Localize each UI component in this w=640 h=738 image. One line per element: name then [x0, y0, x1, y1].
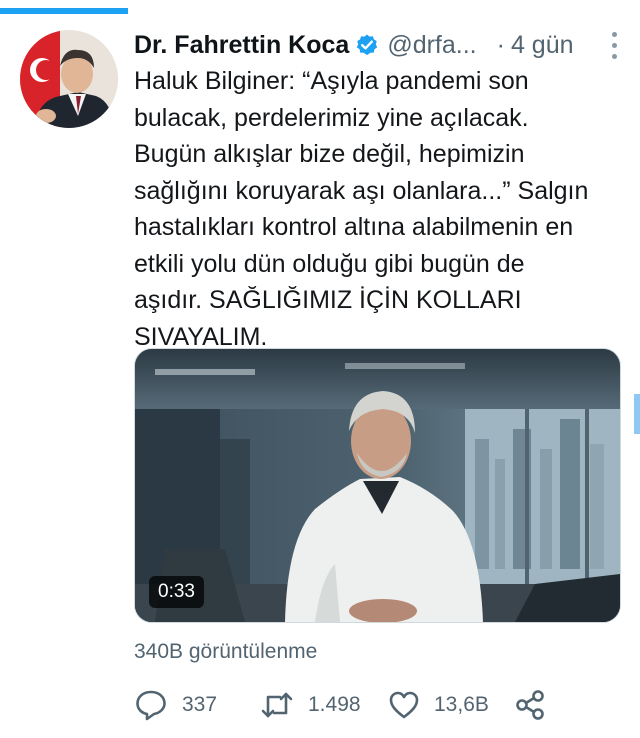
video-thumbnail: [135, 349, 620, 622]
retweet-count: 1.498: [308, 693, 361, 716]
share-icon: [516, 690, 544, 720]
scroll-marker: [634, 394, 640, 434]
avatar[interactable]: [20, 30, 118, 128]
retweet-button[interactable]: 1.498: [260, 688, 361, 722]
video-duration: 0:33: [149, 576, 204, 608]
tweet-text: Haluk Bilginer: “Aşıyla pandemi son bula…: [134, 67, 589, 351]
retweet-icon: [261, 692, 293, 718]
reply-button[interactable]: 337: [134, 688, 217, 722]
avatar-image: [20, 30, 118, 128]
author-handle[interactable]: @drfa...: [387, 31, 476, 60]
top-progress-indicator: [0, 8, 128, 14]
heart-icon: [389, 691, 419, 719]
like-count: 13,6B: [434, 693, 489, 716]
like-button[interactable]: 13,6B: [388, 688, 489, 722]
video-player[interactable]: 0:33: [134, 348, 621, 623]
tweet-time[interactable]: 4 gün: [511, 31, 574, 60]
reply-count: 337: [182, 693, 218, 716]
more-vertical-icon[interactable]: [604, 28, 624, 62]
verified-badge-icon: [357, 34, 378, 55]
share-button[interactable]: [514, 688, 546, 722]
view-count: 340B görüntülenme: [134, 640, 318, 663]
author-name[interactable]: Dr. Fahrettin Koca: [134, 31, 349, 60]
action-bar: 337 1.498 13,6B: [134, 688, 604, 722]
reply-icon: [136, 690, 166, 721]
separator-dot: ·: [496, 30, 505, 59]
tweet-header: Dr. Fahrettin Koca @drfa... · 4 gün: [134, 26, 624, 64]
